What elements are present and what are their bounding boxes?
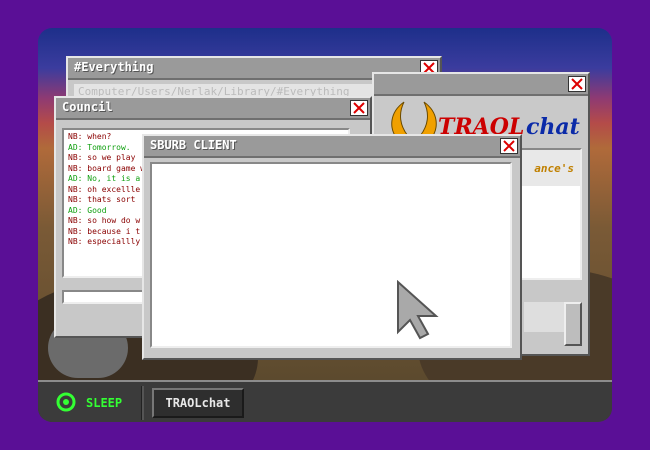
sburb-titlebar[interactable]: SBURB CLIENT: [144, 136, 520, 158]
sburb-viewport[interactable]: [150, 162, 512, 348]
everything-title: #Everything: [74, 60, 154, 74]
council-titlebar[interactable]: Council: [56, 98, 370, 120]
taskbar-divider: [141, 386, 144, 420]
council-title: Council: [62, 100, 113, 114]
sburb-title: SBURB CLIENT: [150, 138, 237, 152]
logo-text-chat: chat: [526, 114, 580, 140]
close-icon[interactable]: [500, 138, 518, 154]
scroll-track[interactable]: [524, 302, 564, 332]
scrollbar-thumb[interactable]: [564, 302, 582, 346]
sleep-button[interactable]: SLEEP: [86, 396, 122, 410]
taskbar: SLEEP TRAOLchat: [38, 380, 612, 422]
close-icon[interactable]: [350, 100, 368, 116]
sburb-client-window[interactable]: SBURB CLIENT: [142, 134, 522, 360]
taskbar-item-traolchat[interactable]: TRAOLchat: [152, 388, 244, 418]
desktop-screen: #Everything Computer/Users/Nerlak/Librar…: [38, 28, 612, 422]
chum-name[interactable]: ance's: [534, 162, 574, 175]
cursor-icon: [397, 280, 439, 340]
traolchat-titlebar[interactable]: [374, 74, 588, 96]
sleep-icon[interactable]: [56, 392, 76, 412]
close-icon[interactable]: [568, 76, 586, 92]
